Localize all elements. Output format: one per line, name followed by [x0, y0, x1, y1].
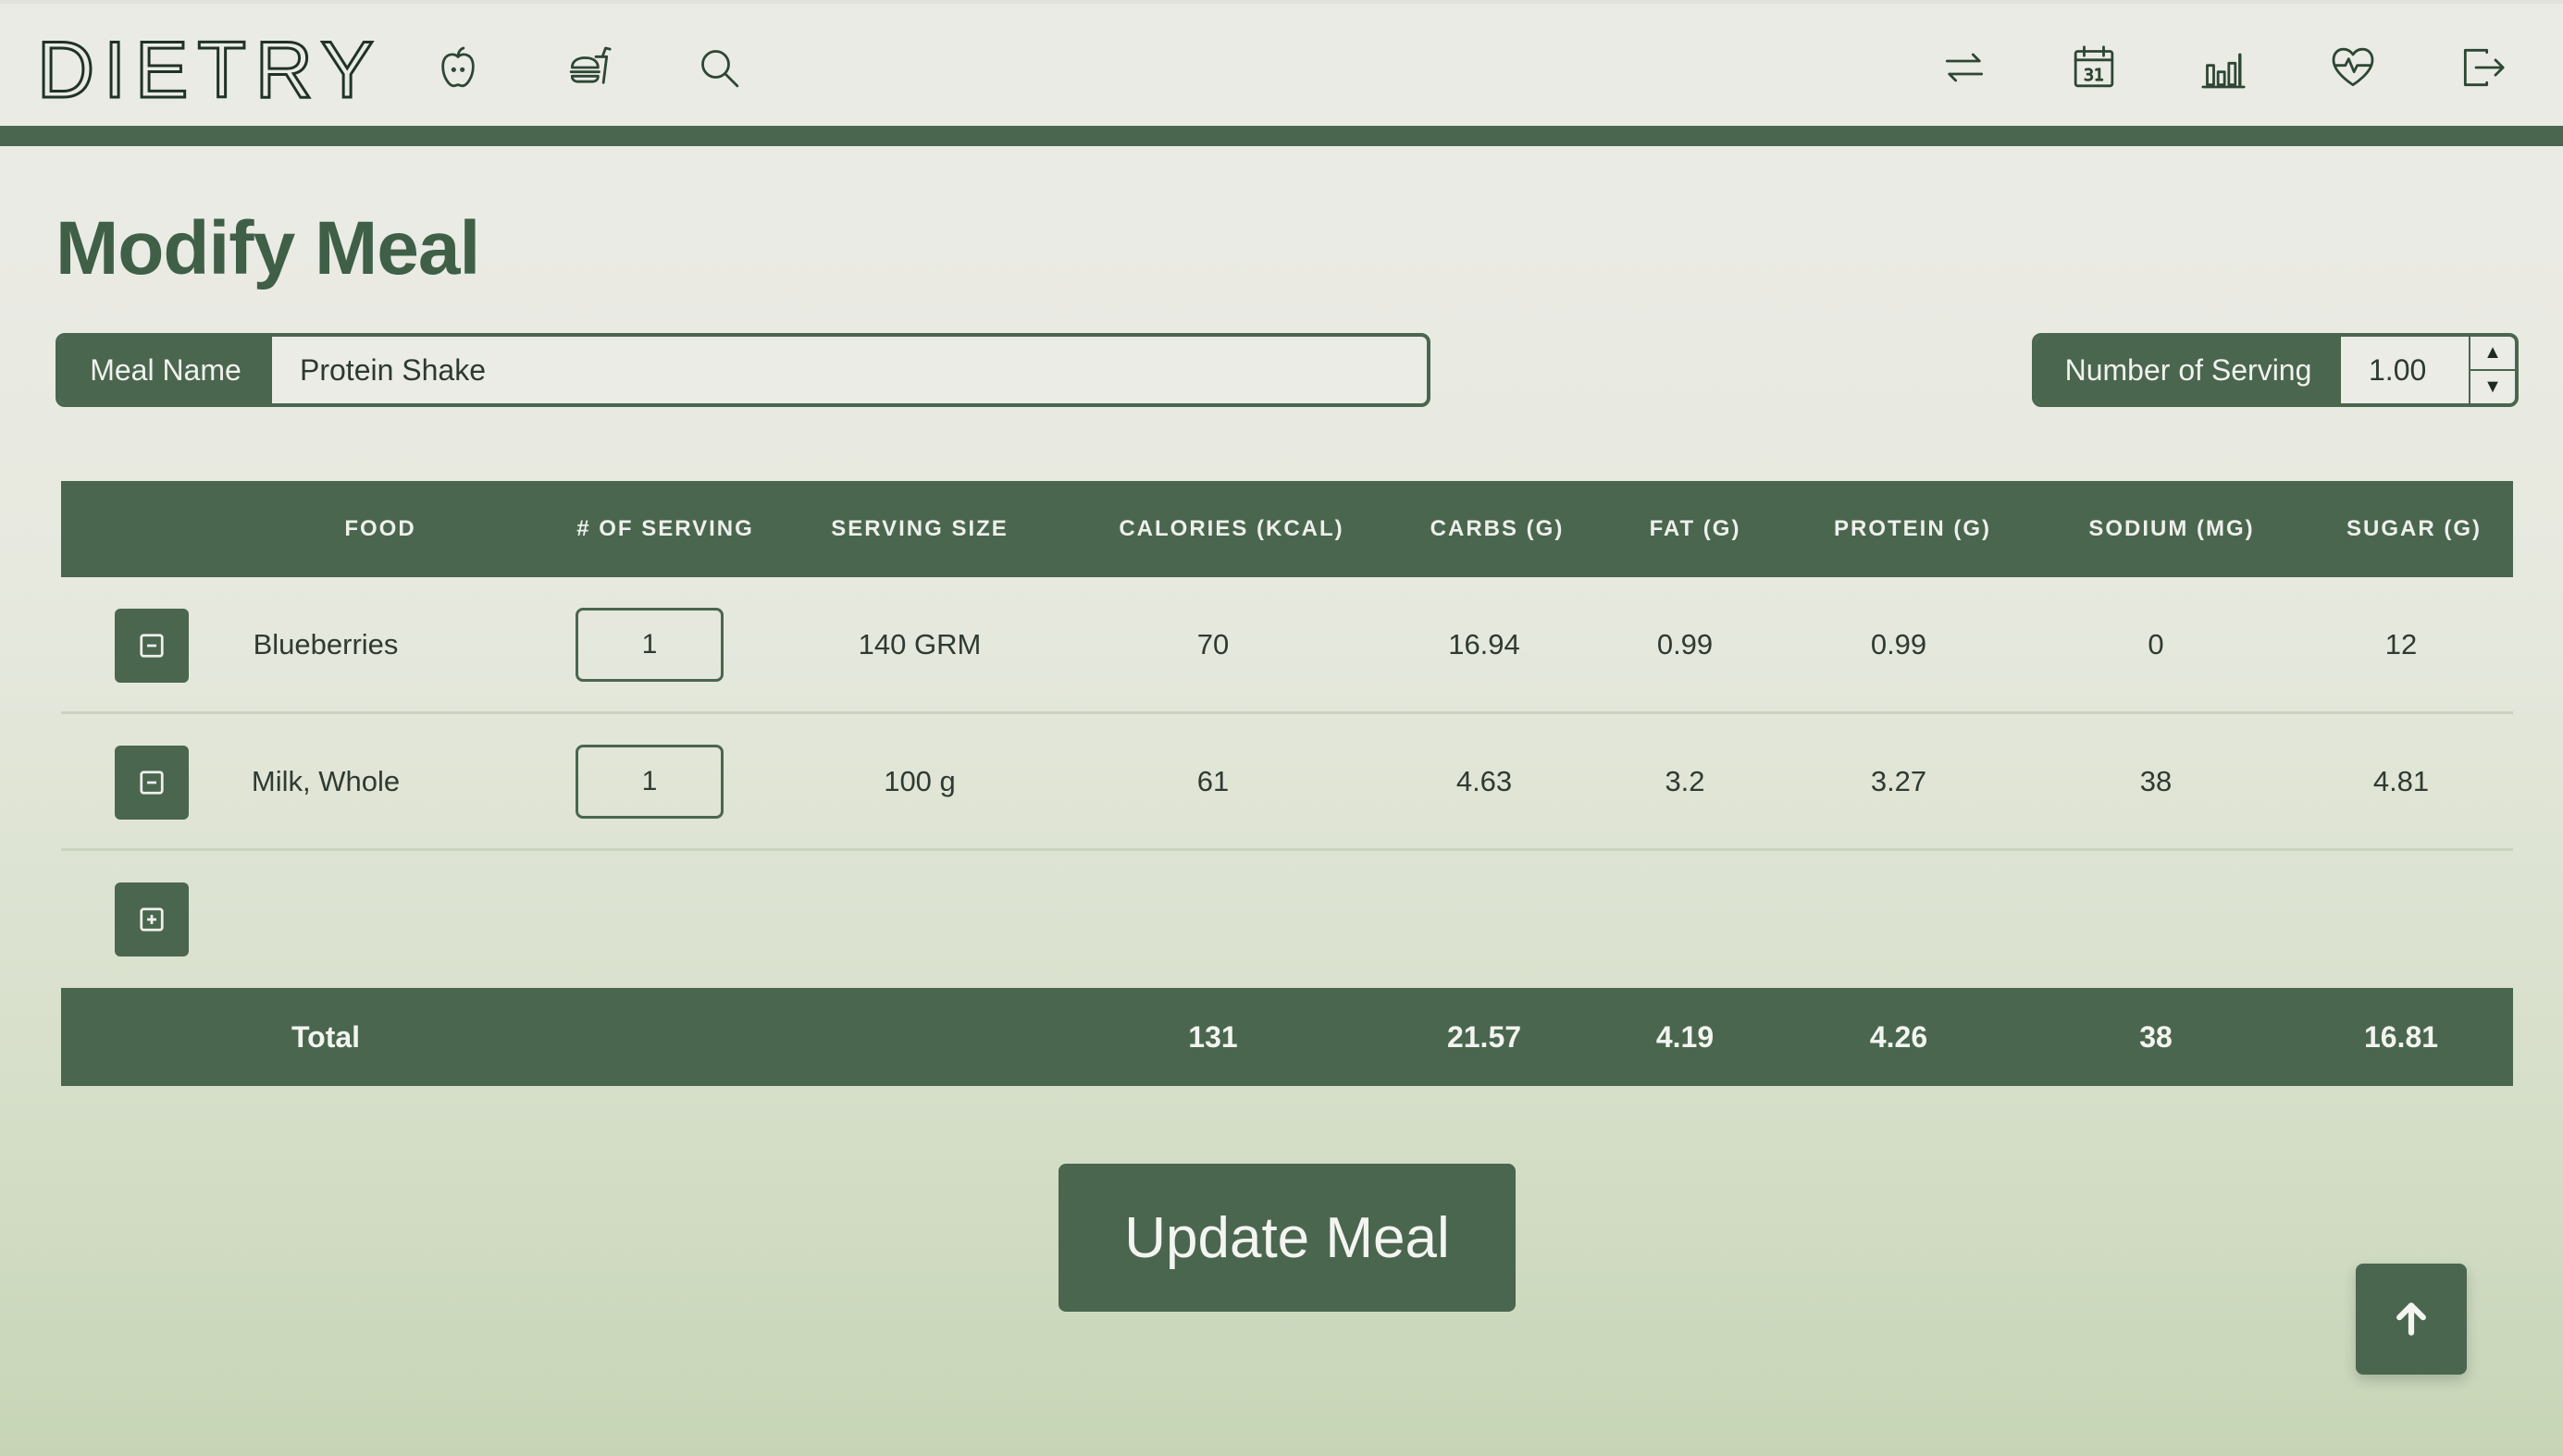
column-header-sodium: SODIUM (MG): [2088, 516, 2255, 541]
top-nav-bar: DIETRY 31: [0, 0, 2563, 126]
stepper-down-icon[interactable]: ▼: [2470, 369, 2515, 403]
fat-value: 0.99: [1656, 627, 1714, 660]
number-of-serving-label: Number of Serving: [2036, 337, 2341, 403]
fat-value: 3.2: [1665, 764, 1705, 797]
serving-stepper: ▲ ▼: [2469, 337, 2515, 403]
meal-name-input[interactable]: [272, 337, 1427, 403]
servings-cell: [529, 714, 770, 848]
column-header-food: FOOD: [344, 516, 416, 541]
serving-size: 140 GRM: [858, 627, 982, 660]
swap-icon[interactable]: [1936, 39, 1993, 96]
add-food-row: [61, 851, 2513, 988]
table-header: FOOD # OF SERVING SERVING SIZE CALORIES …: [61, 481, 2513, 577]
column-header-sugar: SUGAR (G): [2346, 516, 2482, 541]
carbs-value: 4.63: [1455, 764, 1513, 797]
svg-text:31: 31: [2084, 67, 2104, 85]
arrow-up-icon: [2396, 1302, 2426, 1336]
serving-size: 100 g: [884, 764, 956, 797]
logo-text: DIETRY: [36, 24, 383, 116]
servings-input[interactable]: [576, 607, 724, 682]
column-header-fat: FAT (G): [1649, 516, 1741, 541]
table-row: Milk, Whole 100 g 61 4.63 3.2 3.27 38 4.…: [61, 714, 2513, 851]
table-row: Blueberries 140 GRM 70 16.94 0.99 0.99 0…: [61, 577, 2513, 714]
number-of-serving-field: Number of Serving ▲ ▼: [2032, 333, 2519, 407]
search-icon[interactable]: [690, 39, 748, 96]
minus-square-icon: [140, 634, 164, 658]
calories-value: 61: [1196, 764, 1230, 797]
sodium-value: 0: [2148, 627, 2164, 660]
sodium-value: 38: [2139, 764, 2173, 797]
calories-value: 70: [1196, 627, 1230, 660]
page-title: Modify Meal: [56, 206, 480, 290]
plus-square-icon: [140, 907, 164, 932]
food-name: Milk, Whole: [251, 764, 401, 797]
apple-icon[interactable]: [429, 39, 487, 96]
number-of-serving-input[interactable]: [2341, 337, 2469, 403]
column-header-serving-size: SERVING SIZE: [831, 516, 1009, 541]
column-header-calories: CALORIES (KCAL): [1119, 516, 1344, 541]
column-header-protein: PROTEIN (G): [1834, 516, 1991, 541]
total-sodium: 38: [2139, 1019, 2173, 1054]
remove-food-button[interactable]: [115, 609, 189, 683]
header-divider: [0, 126, 2563, 146]
stepper-up-icon[interactable]: ▲: [2470, 337, 2515, 369]
total-carbs: 21.57: [1446, 1019, 1522, 1054]
food-name: Blueberries: [253, 627, 399, 660]
meal-name-label: Meal Name: [59, 337, 272, 403]
carbs-value: 16.94: [1448, 627, 1520, 660]
meal-foods-table: FOOD # OF SERVING SERVING SIZE CALORIES …: [61, 481, 2513, 1086]
update-meal-button[interactable]: Update Meal: [1059, 1164, 1516, 1312]
meal-name-field: Meal Name: [56, 333, 1430, 407]
total-calories: 131: [1188, 1019, 1238, 1054]
calendar-icon[interactable]: 31: [2065, 39, 2123, 96]
sugar-value: 12: [2384, 627, 2418, 660]
add-food-button[interactable]: [115, 882, 189, 956]
total-label: Total: [291, 1019, 361, 1054]
logout-icon[interactable]: [2454, 39, 2511, 96]
dietry-logo[interactable]: DIETRY: [36, 24, 383, 116]
servings-cell: [529, 577, 770, 711]
total-protein: 4.26: [1869, 1019, 1928, 1054]
minus-square-icon: [140, 771, 164, 795]
protein-value: 0.99: [1870, 627, 1927, 660]
column-header-carbs: CARBS (G): [1430, 516, 1565, 541]
table-total-row: Total 131 21.57 4.19 4.26 38 16.81: [61, 988, 2513, 1086]
protein-value: 3.27: [1870, 764, 1927, 797]
total-sugar: 16.81: [2363, 1019, 2439, 1054]
column-header-servings: # OF SERVING: [576, 516, 754, 541]
remove-food-button[interactable]: [115, 746, 189, 820]
heart-rate-icon[interactable]: [2324, 39, 2382, 96]
total-fat: 4.19: [1655, 1019, 1715, 1054]
servings-input[interactable]: [576, 744, 724, 819]
food-icon[interactable]: [561, 39, 618, 96]
sugar-value: 4.81: [2372, 764, 2430, 797]
chart-icon[interactable]: [2195, 39, 2252, 96]
scroll-to-top-button[interactable]: [2356, 1264, 2467, 1375]
